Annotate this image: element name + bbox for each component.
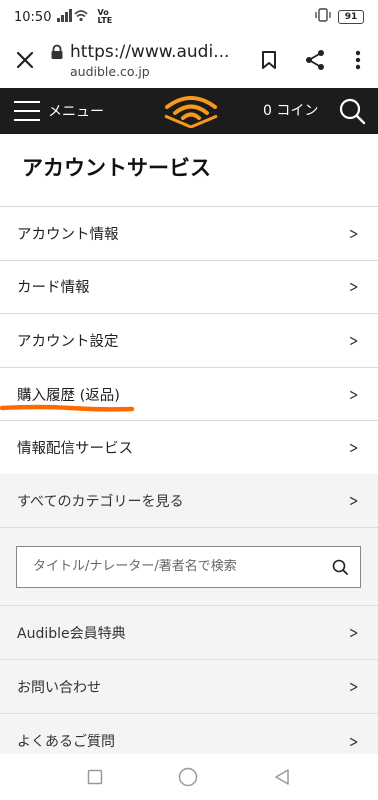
close-tab-button[interactable] xyxy=(0,34,50,86)
bookmark-button[interactable] xyxy=(246,34,292,86)
share-icon xyxy=(306,50,324,70)
menu-item-label: カード情報 xyxy=(17,280,90,297)
audible-logo[interactable] xyxy=(163,94,219,128)
menu-item-account-info[interactable]: アカウント情報 > xyxy=(0,207,378,261)
url-text: https://www.audi... xyxy=(70,41,230,62)
search-area xyxy=(0,528,378,606)
site-header: メニュー 0 コイン xyxy=(0,88,378,134)
coin-balance[interactable]: 0 コイン xyxy=(263,88,318,134)
home-icon[interactable] xyxy=(178,767,198,787)
url-domain: audible.co.jp xyxy=(70,63,150,79)
member-benefits-link[interactable]: Audible会員特典 > xyxy=(0,606,378,660)
status-right: 91 xyxy=(314,8,364,26)
browser-toolbar: https://www.audi... audible.co.jp xyxy=(0,34,378,86)
lock-icon xyxy=(51,44,63,59)
overflow-menu-button[interactable] xyxy=(338,34,378,86)
account-menu: アカウント情報 > カード情報 > アカウント設定 > 購入履歴 (返品) > … xyxy=(0,207,378,475)
search-box xyxy=(16,545,361,588)
chevron-right-icon: > xyxy=(348,277,358,297)
contact-link[interactable]: お問い合わせ > xyxy=(0,660,378,714)
menu-item-newsletter[interactable]: 情報配信サービス > xyxy=(0,421,378,475)
menu-item-card-info[interactable]: カード情報 > xyxy=(0,260,378,315)
vibrate-icon xyxy=(314,8,332,26)
chevron-right-icon: > xyxy=(348,330,358,350)
recents-icon[interactable] xyxy=(87,769,103,785)
highlight-underline xyxy=(0,404,135,412)
menu-item-label: アカウント設定 xyxy=(17,333,119,350)
link-label: お問い合わせ xyxy=(17,679,101,696)
chevron-right-icon: > xyxy=(348,384,358,404)
menu-item-purchase-history[interactable]: 購入履歴 (返品) > xyxy=(0,367,378,422)
chevron-right-icon: > xyxy=(348,491,358,510)
chevron-right-icon: > xyxy=(348,731,358,751)
url-display[interactable]: https://www.audi... audible.co.jp xyxy=(50,42,246,79)
search-input[interactable] xyxy=(33,559,332,574)
system-nav-bar xyxy=(0,754,378,800)
battery-indicator: 91 xyxy=(338,10,364,24)
search-icon[interactable] xyxy=(338,97,366,125)
back-icon[interactable] xyxy=(273,768,291,786)
more-vert-icon xyxy=(355,50,361,70)
chevron-right-icon: > xyxy=(348,677,358,696)
menu-item-account-settings[interactable]: アカウント設定 > xyxy=(0,314,378,368)
close-icon xyxy=(16,51,34,69)
link-label: すべてのカテゴリーを見る xyxy=(17,493,184,510)
share-button[interactable] xyxy=(292,34,338,86)
signal-icon xyxy=(57,8,91,26)
status-bar: 10:50 Vo LTE 91 xyxy=(0,0,378,34)
chevron-right-icon: > xyxy=(348,623,358,642)
chevron-right-icon: > xyxy=(348,438,358,458)
link-label: よくあるご質問 xyxy=(17,734,115,750)
menu-item-label: 情報配信サービス xyxy=(17,441,133,458)
bookmark-icon xyxy=(262,51,276,69)
link-label: Audible会員特典 xyxy=(17,625,126,642)
status-time: 10:50 xyxy=(14,9,52,25)
hamburger-menu-icon[interactable] xyxy=(14,101,40,121)
search-icon[interactable] xyxy=(332,559,348,575)
menu-item-label: アカウント情報 xyxy=(17,226,119,243)
network-type-label: Vo LTE xyxy=(97,8,113,25)
status-left: 10:50 Vo LTE xyxy=(14,8,113,26)
menu-item-label: 購入履歴 (返品) xyxy=(17,387,120,404)
all-categories-link[interactable]: すべてのカテゴリーを見る > xyxy=(0,474,378,528)
chevron-right-icon: > xyxy=(348,223,358,243)
page-title: アカウントサービス xyxy=(22,156,211,180)
footer-links-section: すべてのカテゴリーを見る > Audible会員特典 > お問い合わせ > よく… xyxy=(0,474,378,754)
menu-label[interactable]: メニュー xyxy=(48,101,104,121)
